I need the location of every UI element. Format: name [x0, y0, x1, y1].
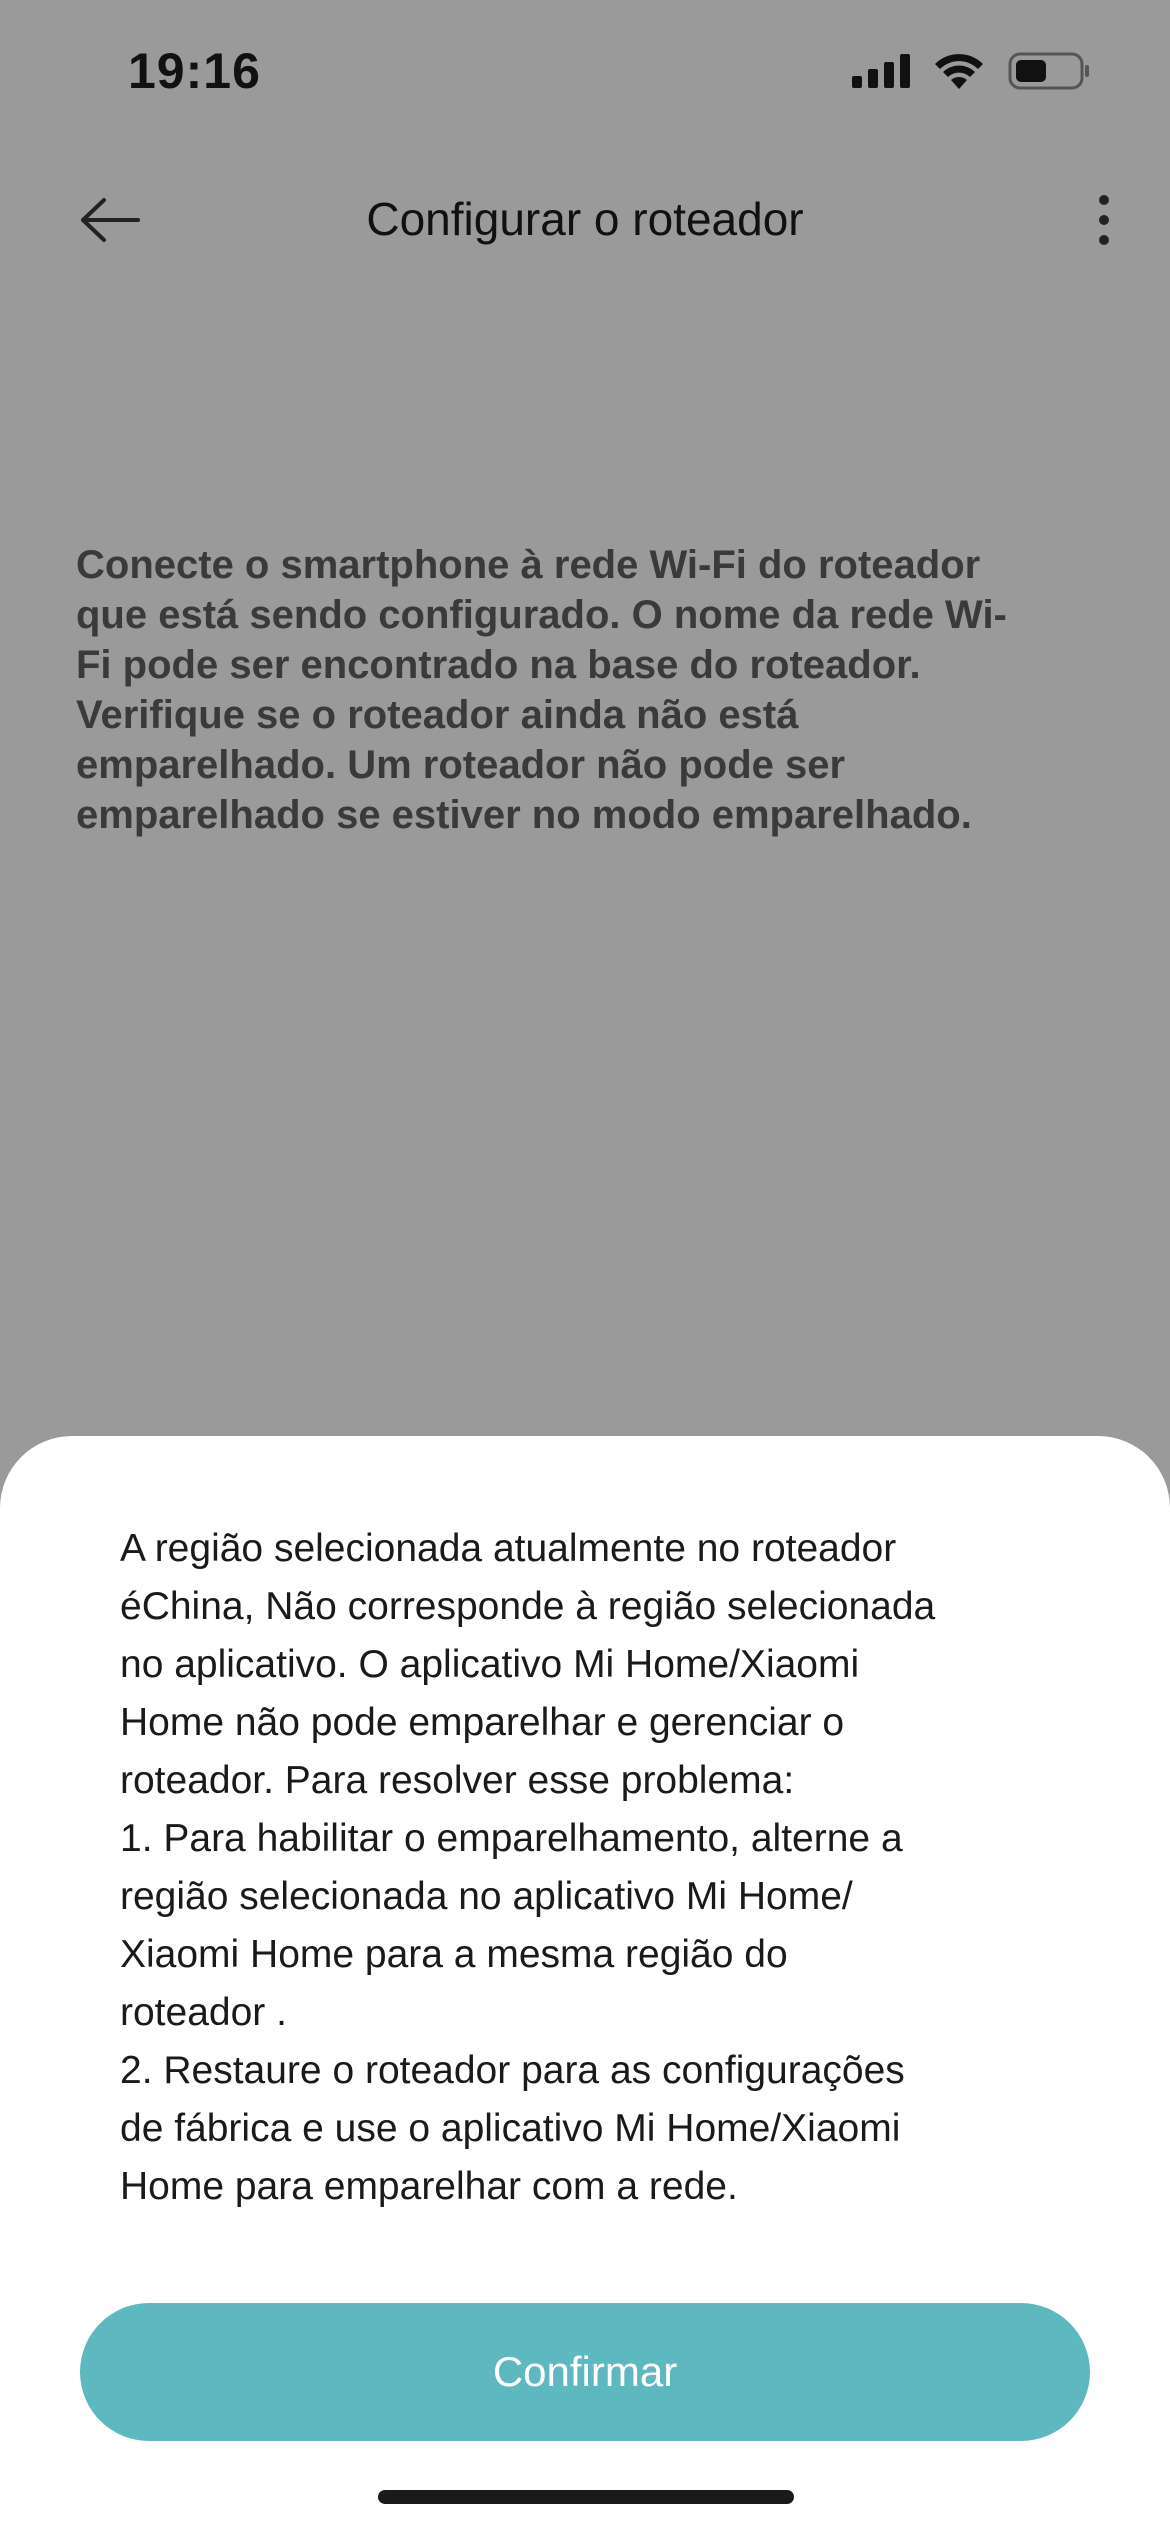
instructions-text: Conecte o smartphone à rede Wi-Fi do rot…: [76, 543, 1007, 837]
page-title: Configurar o roteador: [366, 193, 804, 245]
wifi-icon: [935, 54, 983, 89]
more-button[interactable]: [1074, 184, 1134, 256]
region-mismatch-dialog: A região selecionada atualmente no rotea…: [0, 1436, 1170, 2532]
cellular-signal-icon: [852, 54, 910, 88]
status-bar: 19:16: [0, 0, 1170, 150]
status-time: 19:16: [128, 43, 261, 99]
more-vertical-icon: [1099, 195, 1109, 245]
header: Configurar o roteador: [0, 170, 1170, 270]
battery-icon: [1008, 52, 1089, 90]
dialog-message: A região selecionada atualmente no rotea…: [120, 1527, 936, 2208]
status-icons: [852, 52, 1090, 90]
home-indicator[interactable]: [378, 2490, 794, 2504]
confirm-button[interactable]: Confirmar: [80, 2303, 1090, 2441]
